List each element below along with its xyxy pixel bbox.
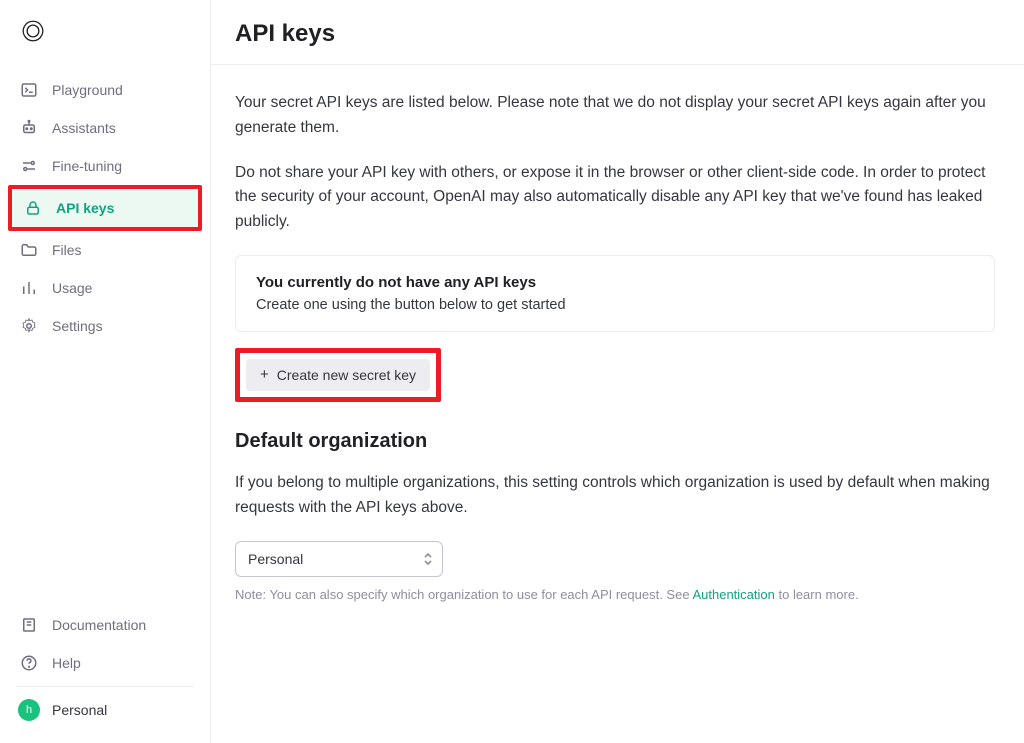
robot-icon	[20, 119, 38, 137]
nav-label: Documentation	[52, 617, 146, 633]
help-icon	[20, 654, 38, 672]
gear-icon	[20, 317, 38, 335]
terminal-icon	[20, 81, 38, 99]
button-label: Create new secret key	[277, 367, 416, 383]
sidebar-item-api-keys[interactable]: API keys	[12, 189, 198, 227]
account-label: Personal	[52, 702, 107, 718]
intro-paragraph-1: Your secret API keys are listed below. P…	[235, 91, 995, 141]
sidebar-item-files[interactable]: Files	[8, 231, 202, 269]
bar-chart-icon	[20, 279, 38, 297]
nav-label: Playground	[52, 82, 123, 98]
header-divider	[211, 56, 1024, 65]
book-icon	[20, 616, 38, 634]
authentication-link[interactable]: Authentication	[692, 587, 774, 602]
highlight-annotation-sidebar: API keys	[8, 185, 202, 231]
empty-state-title: You currently do not have any API keys	[256, 274, 974, 291]
sidebar-item-assistants[interactable]: Assistants	[8, 109, 202, 147]
sidebar: Playground Assistants Fine-tuning API ke…	[0, 0, 211, 743]
plus-icon: +	[260, 367, 269, 382]
sliders-icon	[20, 157, 38, 175]
org-select-wrap: Personal	[235, 541, 443, 577]
openai-logo	[20, 18, 210, 44]
nav-label: Usage	[52, 280, 92, 296]
sidebar-item-help[interactable]: Help	[8, 644, 202, 682]
account-switcher[interactable]: h Personal	[0, 693, 210, 727]
nav-label: Fine-tuning	[52, 158, 122, 174]
sidebar-item-documentation[interactable]: Documentation	[8, 606, 202, 644]
note-prefix: Note: You can also specify which organiz…	[235, 587, 692, 602]
divider	[16, 686, 194, 687]
highlight-annotation-button: + Create new secret key	[235, 348, 441, 402]
main-nav: Playground Assistants Fine-tuning API ke…	[0, 71, 210, 345]
sidebar-item-usage[interactable]: Usage	[8, 269, 202, 307]
note-suffix: to learn more.	[775, 587, 859, 602]
org-note: Note: You can also specify which organiz…	[235, 587, 996, 602]
nav-label: API keys	[56, 200, 114, 216]
empty-state-subtitle: Create one using the button below to get…	[256, 297, 974, 313]
avatar: h	[18, 699, 40, 721]
nav-label: Assistants	[52, 120, 116, 136]
page-title: API keys	[235, 20, 996, 48]
org-select[interactable]: Personal	[235, 541, 443, 577]
sidebar-item-playground[interactable]: Playground	[8, 71, 202, 109]
bottom-nav: Documentation Help h Personal	[0, 606, 210, 731]
create-secret-key-button[interactable]: + Create new secret key	[246, 359, 430, 391]
sidebar-item-fine-tuning[interactable]: Fine-tuning	[8, 147, 202, 185]
sidebar-item-settings[interactable]: Settings	[8, 307, 202, 345]
main-content: API keys Your secret API keys are listed…	[211, 0, 1024, 743]
intro-paragraph-2: Do not share your API key with others, o…	[235, 161, 995, 235]
nav-label: Help	[52, 655, 81, 671]
empty-state-box: You currently do not have any API keys C…	[235, 255, 995, 332]
nav-label: Files	[52, 242, 82, 258]
default-org-paragraph: If you belong to multiple organizations,…	[235, 471, 995, 521]
folder-icon	[20, 241, 38, 259]
nav-label: Settings	[52, 318, 103, 334]
default-org-heading: Default organization	[235, 430, 996, 453]
lock-icon	[24, 199, 42, 217]
